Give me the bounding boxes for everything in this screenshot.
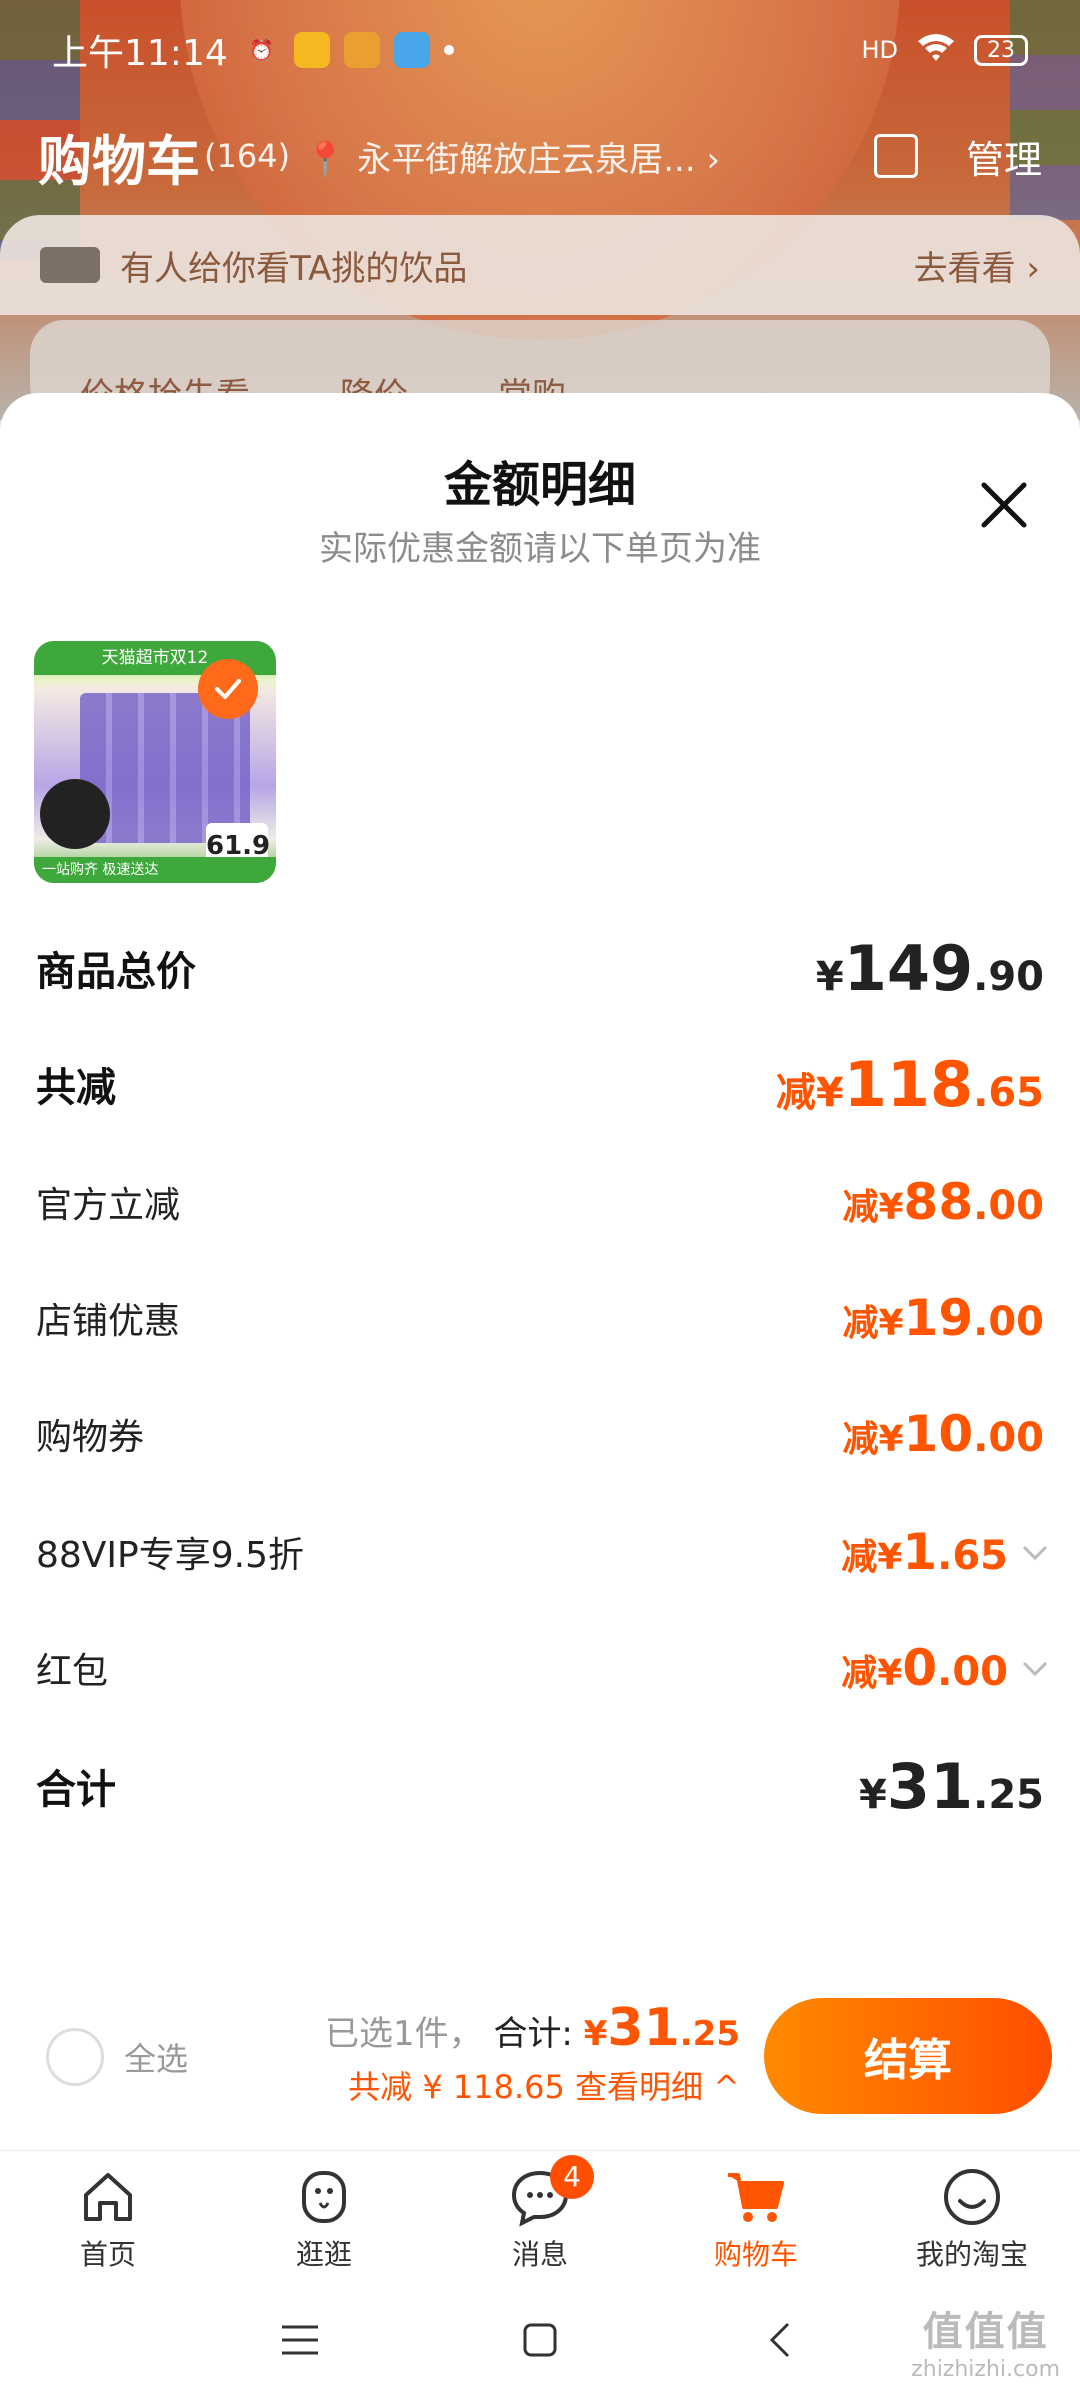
explore-icon <box>302 2171 346 2223</box>
row-grand-total: 合计 ¥31.25 <box>0 1749 1080 1823</box>
row-label: 店铺优惠 <box>36 1301 181 1342</box>
row-label: 官方立减 <box>36 1185 181 1226</box>
delivery-address[interactable]: 📍 永平街解放庄云泉居... › <box>304 132 720 181</box>
checkout-summary: 已选1件， 合计: ¥31.25 共减 ¥ 118.65 查看明细 ^ <box>300 1998 740 2108</box>
square-icon <box>523 2323 557 2357</box>
tab-messages[interactable]: 消息 4 <box>432 2151 648 2280</box>
row-store-discount: 店铺优惠 减¥ 19.00 <box>0 1283 1080 1353</box>
cart-header: 购物车 (164) 📍 永平街解放庄云泉居... › 管理 <box>0 110 1080 202</box>
row-amount: 减¥ 88.00 <box>842 1173 1044 1231</box>
select-all-radio[interactable] <box>46 2028 104 2086</box>
row-label: 商品总价 <box>36 949 196 995</box>
battery-icon: 23 <box>974 34 1028 66</box>
wifi-icon <box>916 31 956 69</box>
row-official-discount: 官方立减 减¥ 88.00 <box>0 1167 1080 1237</box>
selected-count: 已选1件， <box>324 2014 483 2054</box>
taobao-icon <box>343 32 380 68</box>
tab-label: 购物车 <box>713 2238 798 2271</box>
close-button[interactable] <box>976 477 1032 533</box>
close-icon <box>981 482 1027 528</box>
row-label: 合计 <box>36 1767 116 1813</box>
product-bottom-band: 一站购齐 极速送达 <box>34 857 276 883</box>
total-amount: ¥31.25 <box>583 1998 740 2058</box>
tab-label: 消息 <box>511 2238 568 2271</box>
row-amount: 减¥ 10.00 <box>842 1405 1044 1463</box>
row-amount: 减¥ 118.65 <box>775 1047 1044 1121</box>
back-nav-button[interactable] <box>750 2310 810 2370</box>
row-amount: ¥31.25 <box>859 1749 1044 1823</box>
menu-nav-button[interactable] <box>270 2310 330 2370</box>
row-vip-discount[interactable]: 88VIP专享9.5折 减¥ 1.65 <box>0 1517 1080 1587</box>
row-label: 购物券 <box>36 1417 145 1458</box>
row-subtotal: 商品总价 ¥149.90 <box>0 931 1080 1005</box>
profile-icon <box>944 2169 1000 2225</box>
home-nav-button[interactable] <box>510 2310 570 2370</box>
row-label: 88VIP专享9.5折 <box>36 1535 305 1576</box>
row-label: 共减 <box>36 1065 116 1111</box>
system-icons: HD 23 <box>861 31 1028 69</box>
notification-icons: ⏰ <box>244 32 454 68</box>
sheet-title: 金额明细 <box>443 457 636 513</box>
tmall-cat-icon <box>40 779 110 849</box>
sheet-subtitle: 实际优惠金额请以下单页为准 <box>319 529 761 569</box>
signal-icon: HD <box>861 36 898 64</box>
tab-label: 我的淘宝 <box>915 2238 1028 2271</box>
promo-text: 有人给你看TA挑的饮品 <box>120 248 468 289</box>
weibo-icon <box>293 32 330 68</box>
promo-action[interactable]: 去看看 › <box>914 241 1040 290</box>
address-text: 永平街解放庄云泉居... <box>357 139 696 180</box>
menu-icon <box>282 2325 318 2355</box>
tab-label: 逛逛 <box>295 2238 352 2271</box>
chevron-down-icon[interactable] <box>1020 1537 1050 1567</box>
row-amount: 减¥ 1.65 <box>841 1523 1008 1581</box>
tab-label: 首页 <box>79 2238 136 2271</box>
chevron-down-icon[interactable] <box>1020 1653 1050 1683</box>
cart-title: 购物车 <box>38 129 200 193</box>
select-all-label: 全选 <box>124 2040 189 2078</box>
amount-detail-sheet: 金额明细 实际优惠金额请以下单页为准 天猫超市双12 61.9 一站购齐 极速送… <box>0 393 1080 2150</box>
row-amount: 减¥ 19.00 <box>842 1289 1044 1347</box>
select-all[interactable]: 全选 <box>46 2028 188 2086</box>
row-amount: 减¥ 0.00 <box>841 1639 1008 1697</box>
status-bar: 上午11:14 ⏰ HD 23 <box>0 0 1080 100</box>
cart-icon <box>728 2173 784 2222</box>
check-icon <box>215 679 241 699</box>
row-red-packet[interactable]: 红包 减¥ 0.00 <box>0 1633 1080 1703</box>
promo-thumb <box>40 247 100 283</box>
alarm-icon: ⏰ <box>249 38 275 62</box>
message-badge: 4 <box>550 2155 594 2199</box>
total-label: 合计: <box>493 2014 573 2054</box>
row-total-discount: 共减 减¥ 118.65 <box>0 1047 1080 1121</box>
status-time: 上午11:14 <box>52 33 228 74</box>
home-icon <box>84 2173 132 2221</box>
dot-icon <box>443 45 454 55</box>
promo-banner[interactable]: 有人给你看TA挑的饮品 去看看 › <box>0 215 1080 315</box>
view-detail-link[interactable]: 共减 ¥ 118.65 查看明细 ^ <box>300 2062 740 2108</box>
cart-count: (164) <box>204 137 291 175</box>
tab-home[interactable]: 首页 <box>0 2151 216 2280</box>
tab-profile[interactable]: 我的淘宝 <box>864 2151 1080 2280</box>
checkout-button[interactable]: 结算 <box>764 1998 1052 2114</box>
row-coupon: 购物券 减¥ 10.00 <box>0 1399 1080 1469</box>
manage-button[interactable]: 管理 <box>966 129 1042 184</box>
back-icon <box>769 2322 790 2358</box>
checkout-bar: 全选 已选1件， 合计: ¥31.25 共减 ¥ 118.65 查看明细 ^ 结… <box>0 1978 1080 2150</box>
tab-explore[interactable]: 逛逛 <box>216 2151 432 2280</box>
share-icon[interactable] <box>873 134 918 178</box>
tab-cart[interactable]: 购物车 <box>648 2151 864 2280</box>
cloud-icon <box>393 32 430 68</box>
watermark: 值值值 zhizhizhi.com <box>911 2309 1060 2382</box>
row-amount: ¥149.90 <box>815 931 1044 1005</box>
bottom-tab-bar: 首页 逛逛 消息 4 购物车 我的淘宝 <box>0 2150 1080 2280</box>
row-label: 红包 <box>36 1651 109 1692</box>
selected-check-badge[interactable] <box>198 659 258 719</box>
